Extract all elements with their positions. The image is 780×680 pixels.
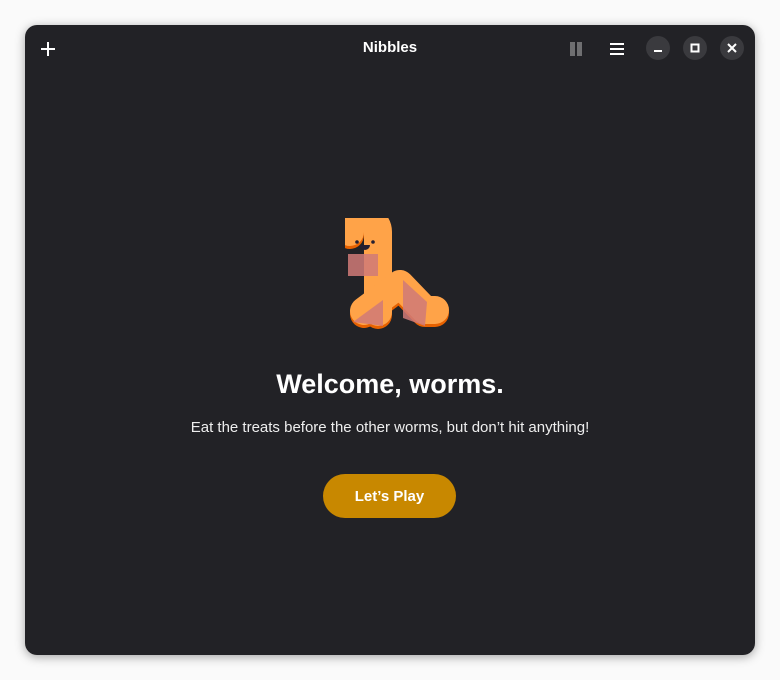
close-icon: [727, 43, 737, 53]
app-window: Nibbles Welcome, worms. Eat the treats b…: [25, 25, 755, 655]
close-button[interactable]: [720, 36, 744, 60]
welcome-subtitle: Eat the treats before the other worms, b…: [190, 419, 590, 436]
welcome-heading-wrap: Welcome, worms.: [25, 369, 755, 400]
main-menu-button[interactable]: [606, 38, 628, 60]
maximize-icon: [690, 43, 700, 53]
header-bar: Nibbles: [25, 25, 755, 71]
minimize-icon: [654, 50, 662, 52]
pause-button[interactable]: [565, 38, 587, 60]
pause-icon: [570, 42, 582, 56]
minimize-button[interactable]: [646, 36, 670, 60]
hamburger-menu-icon: [610, 43, 624, 55]
maximize-button[interactable]: [683, 36, 707, 60]
welcome-heading: Welcome, worms.: [276, 369, 504, 399]
lets-play-button[interactable]: Let’s Play: [323, 474, 456, 518]
worm-logo-illustration: [345, 218, 449, 329]
